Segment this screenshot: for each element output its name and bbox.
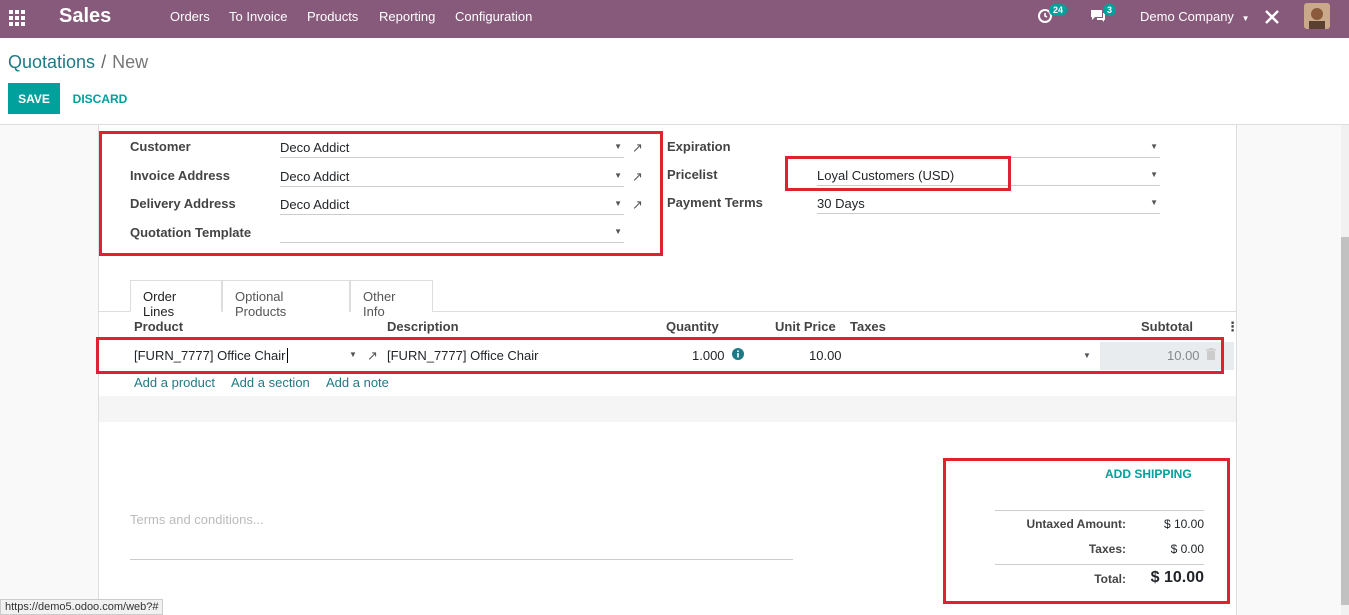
expiration-field[interactable]: ▼ [817,136,1160,158]
messages-badge: 3 [1103,4,1117,16]
control-panel: Quotations / New SAVE DISCARD [0,38,1349,125]
highlight-order-line [96,337,1224,374]
discard-button[interactable]: DISCARD [65,83,135,114]
activity-badge: 24 [1049,4,1068,16]
chevron-down-icon: ▼ [1150,170,1158,179]
company-switcher[interactable]: Demo Company ▼ [1140,9,1249,24]
highlight-totals [943,458,1230,604]
col-quantity[interactable]: Quantity [666,319,719,334]
add-product-link[interactable]: Add a product [134,375,215,390]
tab-other-info[interactable]: Other Info [350,280,433,319]
breadcrumb-current: New [112,52,149,72]
debug-tools-button[interactable] [1264,9,1280,28]
payment-terms-field[interactable]: 30 Days ▼ [817,192,1160,214]
menu-reporting[interactable]: Reporting [379,9,435,24]
menu-products[interactable]: Products [307,9,358,24]
breadcrumb-separator: / [101,52,107,72]
breadcrumb-quotations[interactable]: Quotations [8,52,95,72]
save-button[interactable]: SAVE [8,83,60,114]
payment-terms-value: 30 Days [817,196,865,211]
breadcrumb: Quotations / New [8,52,148,73]
tools-icon [1265,10,1279,24]
avatar-image [1304,3,1330,29]
chevron-down-icon: ▼ [1150,198,1158,207]
scrollbar-thumb[interactable] [1341,237,1349,605]
add-note-link[interactable]: Add a note [326,375,389,390]
col-description[interactable]: Description [387,319,459,334]
tab-order-lines[interactable]: Order Lines [130,280,222,319]
payment-terms-label: Payment Terms [667,195,763,210]
expiration-label: Expiration [667,139,731,154]
menu-orders[interactable]: Orders [170,9,210,24]
scrollbar[interactable] [1341,125,1349,615]
tab-optional-products[interactable]: Optional Products [222,280,350,319]
app-title[interactable]: Sales [59,5,111,28]
column-options-icon[interactable]: ⋮ [1226,319,1239,335]
terms-underline [130,559,793,560]
col-taxes[interactable]: Taxes [850,319,886,334]
chevron-down-icon: ▼ [1241,14,1250,23]
top-navbar: Sales Orders To Invoice Products Reporti… [0,0,1349,38]
col-subtotal[interactable]: Subtotal [1141,319,1193,334]
col-product[interactable]: Product [134,319,183,334]
user-avatar[interactable] [1304,3,1330,29]
pricelist-label: Pricelist [667,167,718,182]
chevron-down-icon: ▼ [1150,142,1158,151]
menu-configuration[interactable]: Configuration [455,9,532,24]
highlight-customer-group [99,131,663,256]
apps-grid-icon[interactable] [9,10,27,28]
add-section-link[interactable]: Add a section [231,375,310,390]
table-footer-band [99,396,1236,422]
company-name: Demo Company [1140,9,1234,24]
col-unit-price[interactable]: Unit Price [775,319,836,334]
highlight-pricelist [785,156,1011,191]
terms-input[interactable]: Terms and conditions... [130,512,264,527]
menu-to-invoice[interactable]: To Invoice [229,9,288,24]
browser-status-url: https://demo5.odoo.com/web?# [0,599,164,615]
